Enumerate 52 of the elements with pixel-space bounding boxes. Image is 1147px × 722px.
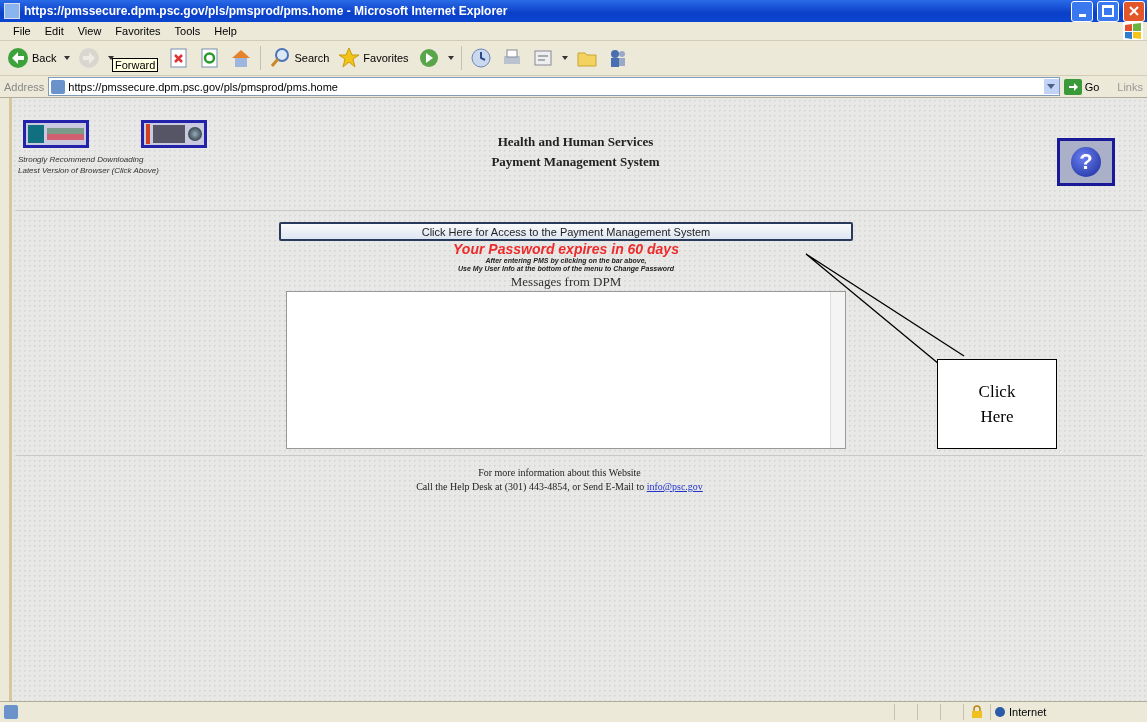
windows-logo-icon <box>1123 22 1143 40</box>
menu-item[interactable]: File <box>6 25 38 37</box>
security-zone: Internet <box>1009 706 1047 718</box>
page-icon <box>4 705 18 719</box>
browser-note: Strongly Recommend Downloading <box>18 154 145 165</box>
toolbar-button[interactable]: Favorites <box>335 45 412 71</box>
scrollbar[interactable] <box>830 292 845 448</box>
browser-icon <box>4 3 20 19</box>
email-link[interactable]: info@psc.gov <box>646 481 703 492</box>
caret-icon[interactable] <box>445 56 456 60</box>
clock-icon <box>469 47 492 69</box>
address-field[interactable]: https://pmssecure.dpm.psc.gov/pls/pmsprod/pms.home <box>48 77 1060 96</box>
menu-item[interactable]: View <box>70 25 109 37</box>
play-icon <box>417 47 440 69</box>
caret-icon[interactable] <box>62 56 73 60</box>
search-icon <box>269 47 292 69</box>
dropdown-button[interactable] <box>1043 79 1059 94</box>
restore-button[interactable] <box>1097 0 1119 22</box>
messages-heading: Messages from DPM <box>510 273 622 291</box>
document-icon <box>531 47 554 69</box>
go-button[interactable]: Go <box>1063 78 1114 95</box>
page-icon <box>51 79 66 94</box>
address-text: https://pmssecure.dpm.psc.gov/pls/pmsprod/pms.home <box>68 80 338 93</box>
caret-icon[interactable] <box>106 56 117 60</box>
address-label: Address <box>4 80 45 93</box>
window-title: https://pmssecure.dpm.psc.gov/pls/pmsprod/pms.home - Microsoft Internet Explorer <box>24 4 508 18</box>
help-button[interactable]: ? <box>1057 138 1115 186</box>
toolbar-button[interactable]: Back <box>4 45 60 71</box>
toolbar-button[interactable]: Search <box>266 45 333 71</box>
footer-text: For more information about this Website <box>477 466 642 480</box>
globe-icon <box>995 707 1005 717</box>
close-icon <box>1129 6 1139 16</box>
browser-download-banner[interactable] <box>23 120 89 148</box>
menu-item[interactable]: Help <box>207 25 244 37</box>
menu-item[interactable]: Favorites <box>108 25 168 37</box>
menu-item[interactable]: Tools <box>167 25 208 37</box>
page-title: Health and Human Services <box>496 133 655 151</box>
access-button[interactable]: Click Here for Access to the Payment Management System <box>279 222 853 241</box>
close-button[interactable] <box>1123 0 1145 22</box>
lock-icon <box>971 705 983 719</box>
browser-note: Latest Version of Browser (Click Above) <box>18 165 160 176</box>
browser-download-banner[interactable] <box>141 120 207 148</box>
star-icon <box>338 47 361 69</box>
caret-icon[interactable] <box>559 56 570 60</box>
minimize-button[interactable] <box>1071 0 1093 22</box>
callout-label: Click Here <box>937 359 1057 449</box>
page-title: Payment Management System <box>490 153 661 171</box>
tooltip: Forward <box>112 58 159 72</box>
caret-icon <box>1047 84 1056 89</box>
footer-text: Call the Help Desk at (301) 443-4854, or Send E-Mail to <box>416 481 645 492</box>
menu-item[interactable]: Edit <box>37 25 71 37</box>
password-warning: Your Password expires in 60 days <box>453 241 679 257</box>
